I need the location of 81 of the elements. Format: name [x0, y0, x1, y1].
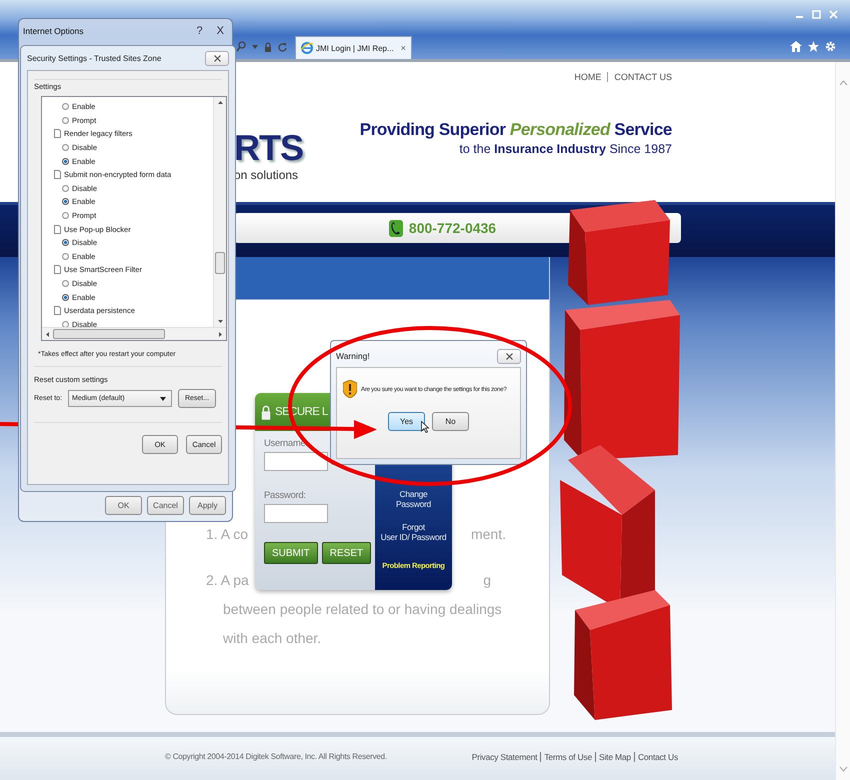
setting-page-icon [54, 306, 61, 316]
radio-button[interactable] [62, 212, 69, 220]
setting-page-icon [54, 224, 61, 234]
settings-icon[interactable] [825, 41, 836, 52]
tab-close-button[interactable]: × [400, 43, 406, 53]
nav-link[interactable]: HOME [568, 72, 608, 82]
login-link[interactable]: Change Password [396, 489, 431, 509]
dropdown-caret-icon [160, 396, 166, 400]
copyright-text: © Copyright 2004-2014 Digitek Software, Inc. All Rights Reserved. [165, 752, 387, 761]
radio-button[interactable] [62, 280, 69, 288]
logo-text: RTS [234, 128, 303, 168]
close-button[interactable] [497, 348, 521, 364]
faded-text: ment. [470, 526, 506, 542]
scroll-up-icon[interactable] [218, 101, 222, 104]
radio-button[interactable] [62, 116, 69, 124]
browser-logo-icon [301, 42, 313, 54]
help-button[interactable]: ? [196, 25, 203, 37]
home-icon[interactable] [790, 41, 802, 52]
radio-button[interactable] [62, 294, 69, 301]
setting-page-icon [54, 265, 61, 274]
list-horizontal-scrollbar[interactable] [42, 327, 226, 340]
field-label: Password: [264, 490, 306, 501]
tagline: Providing Superior Personalized Service [360, 120, 672, 140]
faded-text: with each other. [223, 630, 322, 646]
dropdown-caret-icon[interactable] [252, 44, 258, 48]
login-button[interactable]: RESET [322, 542, 372, 564]
list-scrollbar[interactable] [213, 97, 226, 327]
faded-text: g [483, 572, 491, 588]
footer-link[interactable]: Terms of Use [540, 752, 595, 762]
tagline-subtitle: to the Insurance Industry Since 1987 [459, 142, 672, 156]
lock-icon [264, 42, 272, 52]
radio-button[interactable] [62, 320, 69, 328]
dialog-button[interactable]: No [432, 412, 469, 431]
warning-shield-icon [343, 380, 357, 398]
radio-button[interactable] [62, 239, 69, 246]
close-button[interactable] [205, 50, 229, 66]
scroll-left-icon[interactable] [46, 332, 49, 336]
password-field[interactable] [264, 504, 328, 523]
radio-button[interactable] [62, 103, 69, 110]
search-icon[interactable] [236, 41, 246, 52]
close-icon[interactable] [829, 10, 838, 19]
radio-button[interactable] [62, 158, 69, 165]
tab-title: JMI Login | JMI Rep... [316, 44, 394, 52]
radio-button[interactable] [62, 252, 69, 260]
nav-link[interactable]: CONTACT US [607, 72, 672, 82]
faded-text: 2. A pa [206, 572, 249, 588]
close-icon [506, 352, 512, 360]
radio-button[interactable] [62, 144, 69, 152]
scroll-thumb[interactable] [53, 329, 165, 339]
login-link[interactable]: Forgot User ID/ Password [380, 522, 446, 542]
dialog-button[interactable]: Yes [388, 412, 425, 431]
dialog-title: Warning! [336, 351, 370, 361]
radio-button[interactable] [62, 184, 69, 192]
dialog-button[interactable]: OK [105, 496, 142, 515]
maximize-icon[interactable] [812, 10, 821, 19]
scroll-right-icon[interactable] [219, 332, 222, 336]
login-button[interactable]: SUBMIT [264, 542, 318, 564]
footer-link[interactable]: Contact Us [634, 752, 681, 762]
close-icon [214, 54, 220, 62]
username-field[interactable] [264, 452, 328, 471]
dialog-button[interactable]: Apply [189, 496, 226, 515]
browser-tab[interactable]: JMI Login | JMI Rep... × [295, 36, 412, 59]
window-title: Internet Options [23, 26, 84, 36]
faded-text: between people related to or having dealings [223, 600, 502, 616]
phone-icon [388, 220, 403, 236]
footer-link[interactable]: Privacy Statement [468, 752, 540, 762]
setting-page-icon [54, 129, 61, 138]
close-button[interactable]: X [216, 25, 224, 37]
refresh-icon[interactable] [278, 42, 287, 52]
dialog-button[interactable]: Cancel [147, 496, 184, 515]
faded-text: 1. A co [206, 526, 248, 542]
cursor-icon [421, 421, 429, 433]
setting-page-icon [54, 170, 61, 180]
footer-link[interactable]: Site Map [595, 752, 634, 762]
phone-number: 800-772-0436 [408, 220, 496, 236]
dialog-title: Security Settings - Trusted Sites Zone [27, 54, 162, 62]
radio-button[interactable] [62, 198, 69, 206]
lock-icon [261, 404, 271, 420]
scroll-down-icon[interactable] [218, 320, 222, 323]
star-icon[interactable] [808, 41, 819, 52]
scroll-thumb[interactable] [215, 252, 225, 274]
